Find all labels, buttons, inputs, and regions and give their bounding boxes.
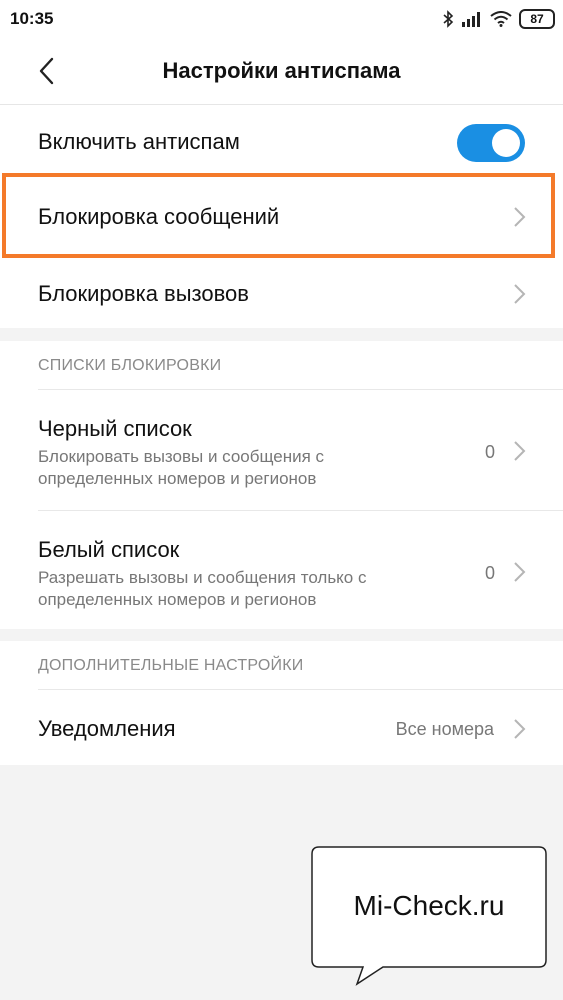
page-title: Настройки антиспама <box>162 58 401 83</box>
chevron-right-icon <box>514 441 526 461</box>
enable-antispam-label: Включить антиспам <box>38 129 240 154</box>
blacklist-title: Черный список <box>38 416 192 441</box>
main-settings-card: Включить антиспам Блокировка сообщений Б… <box>0 105 563 328</box>
whitelist-row[interactable]: Белый список Разрешать вызовы и сообщени… <box>0 511 563 629</box>
signal-icon <box>461 11 483 27</box>
status-time: 10:35 <box>10 9 54 28</box>
bluetooth-icon <box>442 10 454 28</box>
app-header: Настройки антиспама <box>0 38 563 105</box>
block-lists-header: СПИСКИ БЛОКИРОВКИ <box>38 357 222 374</box>
additional-settings-card: ДОПОЛНИТЕЛЬНЫЕ НАСТРОЙКИ Уведомления Все… <box>0 641 563 765</box>
enable-antispam-row[interactable]: Включить антиспам <box>0 105 563 179</box>
chevron-right-icon <box>514 719 526 739</box>
toggle-knob <box>492 129 520 157</box>
watermark-text: Mi-Check.ru <box>353 890 505 921</box>
wifi-icon <box>490 11 512 27</box>
message-blocking-row[interactable]: Блокировка сообщений <box>0 179 563 255</box>
block-lists-card: СПИСКИ БЛОКИРОВКИ Черный список Блокиров… <box>0 341 563 629</box>
chevron-right-icon <box>514 207 526 227</box>
blacklist-subtitle: Блокировать вызовы и сообщения с определ… <box>38 447 325 488</box>
enable-antispam-toggle[interactable] <box>457 124 525 162</box>
blacklist-count: 0 <box>484 442 495 462</box>
additional-settings-header: ДОПОЛНИТЕЛЬНЫЕ НАСТРОЙКИ <box>38 657 304 674</box>
notifications-label: Уведомления <box>38 716 176 741</box>
watermark-callout: Mi-Check.ru <box>311 846 547 986</box>
status-icons: 87 <box>442 8 555 30</box>
blacklist-row[interactable]: Черный список Блокировать вызовы и сообщ… <box>0 390 563 510</box>
message-blocking-label: Блокировка сообщений <box>38 204 280 229</box>
notifications-row[interactable]: Уведомления Все номера <box>0 690 563 765</box>
chevron-right-icon <box>514 562 526 582</box>
whitelist-subtitle: Разрешать вызовы и сообщения только с оп… <box>38 568 367 609</box>
call-blocking-label: Блокировка вызовов <box>38 281 249 306</box>
battery-icon: 87 <box>519 9 555 29</box>
notifications-value: Все номера <box>395 719 494 739</box>
whitelist-count: 0 <box>484 563 495 583</box>
call-blocking-row[interactable]: Блокировка вызовов <box>0 255 563 328</box>
whitelist-title: Белый список <box>38 537 180 562</box>
status-bar: 10:35 87 <box>0 0 563 38</box>
chevron-right-icon <box>514 284 526 304</box>
